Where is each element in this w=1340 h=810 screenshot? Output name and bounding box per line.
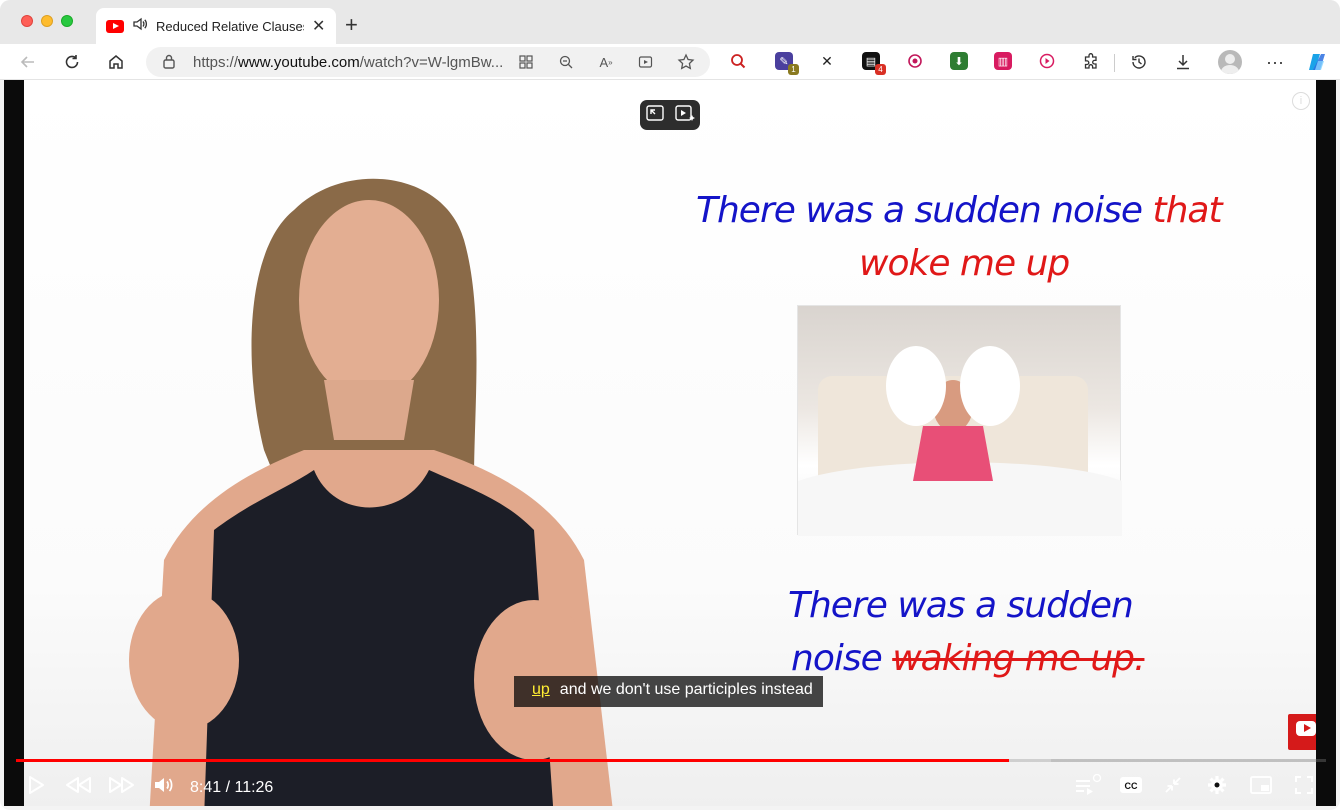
- closed-caption: up and we don't use participles instead: [514, 676, 823, 707]
- url-prefix: https://: [193, 54, 239, 71]
- url-host: www.youtube.com: [238, 54, 360, 71]
- lock-icon[interactable]: [162, 53, 176, 69]
- zoom-window-button[interactable]: [61, 15, 73, 27]
- ext-play-icon[interactable]: [1038, 52, 1056, 70]
- fullscreen-icon[interactable]: [1290, 770, 1318, 800]
- subscribe-watermark-icon[interactable]: [1288, 714, 1316, 750]
- slide-line-4-strikethrough: waking me up.: [892, 638, 1145, 679]
- caption-highlight: up: [532, 681, 550, 698]
- progress-played: [16, 759, 1009, 762]
- slide-photo: [797, 305, 1122, 536]
- close-tab-icon[interactable]: ✕: [312, 16, 325, 36]
- svg-text:CC: CC: [1125, 781, 1138, 791]
- ext-record-icon[interactable]: [906, 52, 924, 70]
- ext-badge-2: 4: [875, 64, 886, 75]
- progress-bar[interactable]: [16, 759, 1326, 762]
- rewind-button[interactable]: [62, 770, 94, 800]
- zoom-icon[interactable]: [555, 51, 577, 73]
- ext-download-icon[interactable]: ⬇: [950, 52, 968, 70]
- exit-miniplayer-icon[interactable]: [1159, 770, 1187, 800]
- slide-line-1-red: that: [1152, 190, 1222, 231]
- toolbar: https://www.youtube.com/watch?v=W-lgmBw.…: [0, 44, 1340, 80]
- tab-title: Reduced Relative Clauses: [156, 18, 304, 34]
- home-button[interactable]: [104, 50, 128, 74]
- ext-board-icon[interactable]: ▥: [994, 52, 1012, 70]
- app-available-icon[interactable]: [515, 51, 537, 73]
- fast-forward-button[interactable]: [106, 770, 138, 800]
- favorite-star-icon[interactable]: [675, 51, 697, 73]
- ext-badge-1: 1: [788, 64, 799, 75]
- volume-button[interactable]: [152, 770, 176, 800]
- autoplay-queue-icon[interactable]: [1070, 770, 1104, 800]
- player-controls: 8:41 / 11:26 CC: [4, 764, 1336, 806]
- back-button[interactable]: [16, 50, 40, 74]
- slide-line-2-red: woke me up: [859, 243, 1070, 284]
- video-frame[interactable]: There was a sudden noise that woke me up…: [24, 80, 1316, 806]
- slide-line-2: woke me up: [859, 243, 1070, 284]
- ext-cross-icon[interactable]: ✕: [818, 52, 836, 70]
- time-display: 8:41 / 11:26: [190, 779, 274, 796]
- minimize-window-button[interactable]: [41, 15, 53, 27]
- address-bar[interactable]: https://www.youtube.com/watch?v=W-lgmBw.…: [146, 47, 710, 77]
- exit-pip-icon[interactable]: [645, 104, 664, 126]
- info-icon[interactable]: i: [1292, 92, 1310, 110]
- play-button[interactable]: [24, 770, 48, 800]
- caption-text: and we don't use participles instead: [559, 681, 813, 698]
- slide-line-4: noise waking me up.: [791, 638, 1145, 679]
- ext-dark-icon[interactable]: ▤ 4: [862, 52, 886, 75]
- close-window-button[interactable]: [21, 15, 33, 27]
- ext-notes-icon[interactable]: ✎ 1: [775, 52, 799, 75]
- browser-window: Reduced Relative Clauses ✕ + https://www…: [0, 0, 1340, 810]
- toolbar-separator: [1114, 54, 1115, 72]
- copilot-icon[interactable]: [1305, 50, 1329, 74]
- slide-line-4-blue: noise: [791, 638, 883, 679]
- extensions-puzzle-icon[interactable]: [1079, 50, 1103, 74]
- pip-overlay-controls[interactable]: [640, 100, 700, 130]
- slide-line-3-blue: There was a sudden: [788, 585, 1134, 626]
- video-player[interactable]: There was a sudden noise that woke me up…: [4, 80, 1336, 806]
- youtube-icon: [106, 19, 124, 33]
- read-aloud-icon[interactable]: A»: [595, 51, 617, 73]
- url-text[interactable]: https://www.youtube.com/watch?v=W-lgmBw.…: [193, 54, 508, 71]
- ext-search-icon[interactable]: [729, 52, 747, 70]
- miniplayer-icon[interactable]: [1247, 770, 1275, 800]
- history-icon[interactable]: [1127, 50, 1151, 74]
- slide-line-1-blue: There was a sudden noise: [696, 190, 1143, 231]
- video-sparkle-icon[interactable]: [674, 104, 695, 126]
- settings-gear-icon[interactable]: [1203, 770, 1231, 800]
- profile-avatar[interactable]: [1218, 50, 1242, 74]
- slide-line-1: There was a sudden noise that: [696, 190, 1223, 231]
- tab-active[interactable]: Reduced Relative Clauses ✕: [96, 8, 336, 44]
- video-enhance-icon[interactable]: [635, 51, 657, 73]
- downloads-icon[interactable]: [1171, 50, 1195, 74]
- more-menu-icon[interactable]: ···: [1263, 50, 1287, 74]
- slide-line-3: There was a sudden: [788, 585, 1134, 626]
- tab-strip: Reduced Relative Clauses ✕ +: [0, 0, 1340, 44]
- closed-captions-button[interactable]: CC: [1117, 770, 1145, 800]
- new-tab-button[interactable]: +: [345, 12, 358, 38]
- url-path: /watch?v=W-lgmBw...: [359, 54, 504, 71]
- reload-button[interactable]: [60, 50, 84, 74]
- speaker-icon[interactable]: [132, 16, 148, 36]
